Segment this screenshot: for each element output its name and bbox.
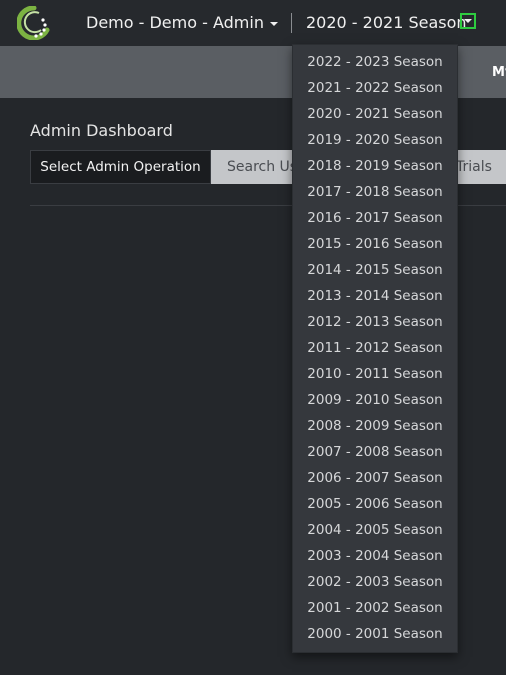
organization-switcher[interactable]: Demo - Demo - Admin [86, 13, 278, 32]
season-option[interactable]: 2015 - 2016 Season [293, 231, 457, 257]
season-option[interactable]: 2018 - 2019 Season [293, 153, 457, 179]
caret-down-icon [269, 21, 278, 26]
season-option[interactable]: 2016 - 2017 Season [293, 205, 457, 231]
nav-item-my[interactable]: My [492, 65, 506, 80]
search-users-label: Search Us [227, 159, 298, 175]
trials-label[interactable]: Trials [456, 150, 492, 184]
season-dropdown-toggle[interactable] [460, 13, 476, 29]
season-option[interactable]: 2011 - 2012 Season [293, 335, 457, 361]
season-switcher[interactable]: 2020 - 2021 Season [306, 13, 467, 32]
season-option[interactable]: 2009 - 2010 Season [293, 387, 457, 413]
season-option[interactable]: 2013 - 2014 Season [293, 283, 457, 309]
season-option[interactable]: 2004 - 2005 Season [293, 517, 457, 543]
header-divider [291, 13, 292, 33]
app-logo-icon[interactable] [17, 6, 51, 40]
season-option[interactable]: 2007 - 2008 Season [293, 439, 457, 465]
season-option[interactable]: 2001 - 2002 Season [293, 595, 457, 621]
season-option[interactable]: 2017 - 2018 Season [293, 179, 457, 205]
season-option[interactable]: 2006 - 2007 Season [293, 465, 457, 491]
season-option[interactable]: 2008 - 2009 Season [293, 413, 457, 439]
season-label: 2020 - 2021 Season [306, 13, 467, 32]
season-option[interactable]: 2002 - 2003 Season [293, 569, 457, 595]
season-option[interactable]: 2021 - 2022 Season [293, 75, 457, 101]
season-option[interactable]: 2014 - 2015 Season [293, 257, 457, 283]
season-option[interactable]: 2000 - 2001 Season [293, 621, 457, 647]
season-option[interactable]: 2003 - 2004 Season [293, 543, 457, 569]
season-option[interactable]: 2020 - 2021 Season [293, 101, 457, 127]
top-header: Demo - Demo - Admin 2020 - 2021 Season [0, 0, 506, 46]
season-dropdown-menu: 2022 - 2023 Season 2021 - 2022 Season 20… [292, 44, 458, 653]
select-admin-operation-button[interactable]: Select Admin Operation [30, 150, 211, 184]
season-option[interactable]: 2005 - 2006 Season [293, 491, 457, 517]
organization-label: Demo - Demo - Admin [86, 13, 264, 32]
season-option[interactable]: 2012 - 2013 Season [293, 309, 457, 335]
season-option[interactable]: 2022 - 2023 Season [293, 49, 457, 75]
season-option[interactable]: 2010 - 2011 Season [293, 361, 457, 387]
caret-down-icon [464, 19, 472, 23]
page-title: Admin Dashboard [30, 121, 173, 140]
season-option[interactable]: 2019 - 2020 Season [293, 127, 457, 153]
